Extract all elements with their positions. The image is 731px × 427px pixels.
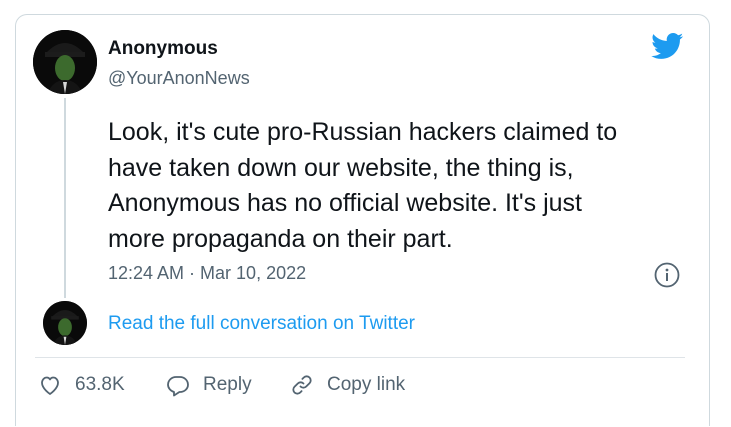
reply-button[interactable]: Reply bbox=[166, 373, 252, 397]
masked-figure-icon bbox=[33, 30, 97, 94]
author-handle[interactable]: @YourAnonNews bbox=[108, 68, 250, 89]
link-icon bbox=[292, 375, 312, 395]
copy-link-button[interactable]: Copy link bbox=[290, 373, 405, 397]
reply-avatar[interactable] bbox=[43, 301, 87, 345]
author-avatar[interactable] bbox=[33, 30, 97, 94]
tweet-timestamp[interactable]: 12:24 AM · Mar 10, 2022 bbox=[108, 263, 306, 284]
comment-icon bbox=[167, 376, 189, 397]
masked-figure-icon bbox=[43, 301, 87, 345]
tweet-text-line: Anonymous has no official website. It's … bbox=[108, 189, 582, 217]
info-icon[interactable] bbox=[654, 262, 680, 288]
like-count: 63.8K bbox=[75, 374, 125, 395]
tweet-text-line: have taken down our website, the thing i… bbox=[108, 153, 574, 182]
reply-label: Reply bbox=[203, 374, 252, 395]
divider bbox=[35, 357, 685, 358]
twitter-bird-icon[interactable] bbox=[651, 33, 684, 60]
heart-icon bbox=[41, 376, 59, 395]
read-conversation-link[interactable]: Read the full conversation on Twitter bbox=[108, 313, 415, 335]
tweet-text-line: more propaganda on their part. bbox=[108, 224, 453, 253]
tweet-text-line: Look, it's cute pro-Russian hackers clai… bbox=[108, 118, 618, 146]
thread-line bbox=[64, 98, 66, 298]
copy-link-label: Copy link bbox=[327, 374, 406, 395]
author-name[interactable]: Anonymous bbox=[108, 38, 218, 60]
tweet-text: Look, it's cute pro-Russian hackers clai… bbox=[108, 115, 698, 257]
like-button[interactable]: 63.8K bbox=[38, 373, 125, 397]
